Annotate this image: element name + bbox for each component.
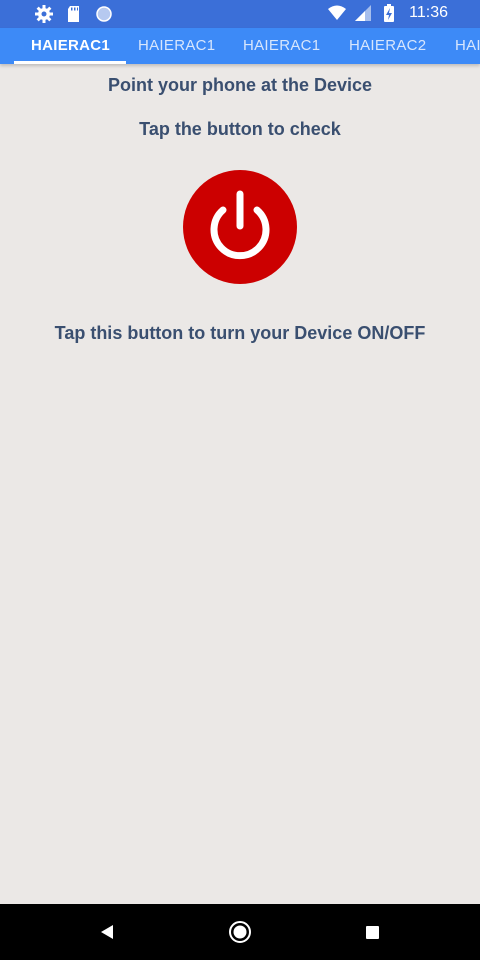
status-left [34, 4, 114, 24]
status-bar: 11:36 [0, 0, 480, 28]
tab-haierac1-first[interactable]: HAIERAC1 [31, 28, 110, 64]
power-icon [210, 190, 270, 260]
cell-signal-icon [353, 3, 373, 23]
tab-haierac1-second[interactable]: HAIERAC1 [138, 28, 215, 64]
back-icon[interactable] [98, 923, 116, 946]
tab-indicator [14, 61, 126, 64]
tab-partial[interactable]: HAI [455, 28, 480, 64]
battery-charging-icon [379, 3, 399, 23]
device-tab-bar: HAIERAC1 HAIERAC1 HAIERAC1 HAIERAC2 HAI [0, 28, 480, 64]
circle-icon [94, 4, 114, 24]
sd-card-icon [64, 4, 84, 24]
tab-haierac2[interactable]: HAIERAC2 [349, 28, 426, 64]
instruction-toggle: Tap this button to turn your Device ON/O… [54, 323, 426, 343]
app-screen: 11:36 HAIERAC1 HAIERAC1 HAIERAC1 HAIERAC… [0, 0, 480, 960]
status-right: 11:36 [327, 3, 448, 23]
instruction-tap: Tap the button to check [139, 119, 341, 139]
recents-icon[interactable] [365, 925, 381, 946]
instruction-point: Point your phone at the Device [107, 75, 373, 95]
power-button[interactable] [183, 170, 297, 284]
tab-haierac1-third[interactable]: HAIERAC1 [243, 28, 320, 64]
clock: 11:36 [409, 4, 448, 21]
wifi-icon [327, 3, 347, 23]
navigation-bar [0, 904, 480, 960]
home-icon[interactable] [228, 920, 252, 949]
settings-icon [34, 4, 54, 24]
